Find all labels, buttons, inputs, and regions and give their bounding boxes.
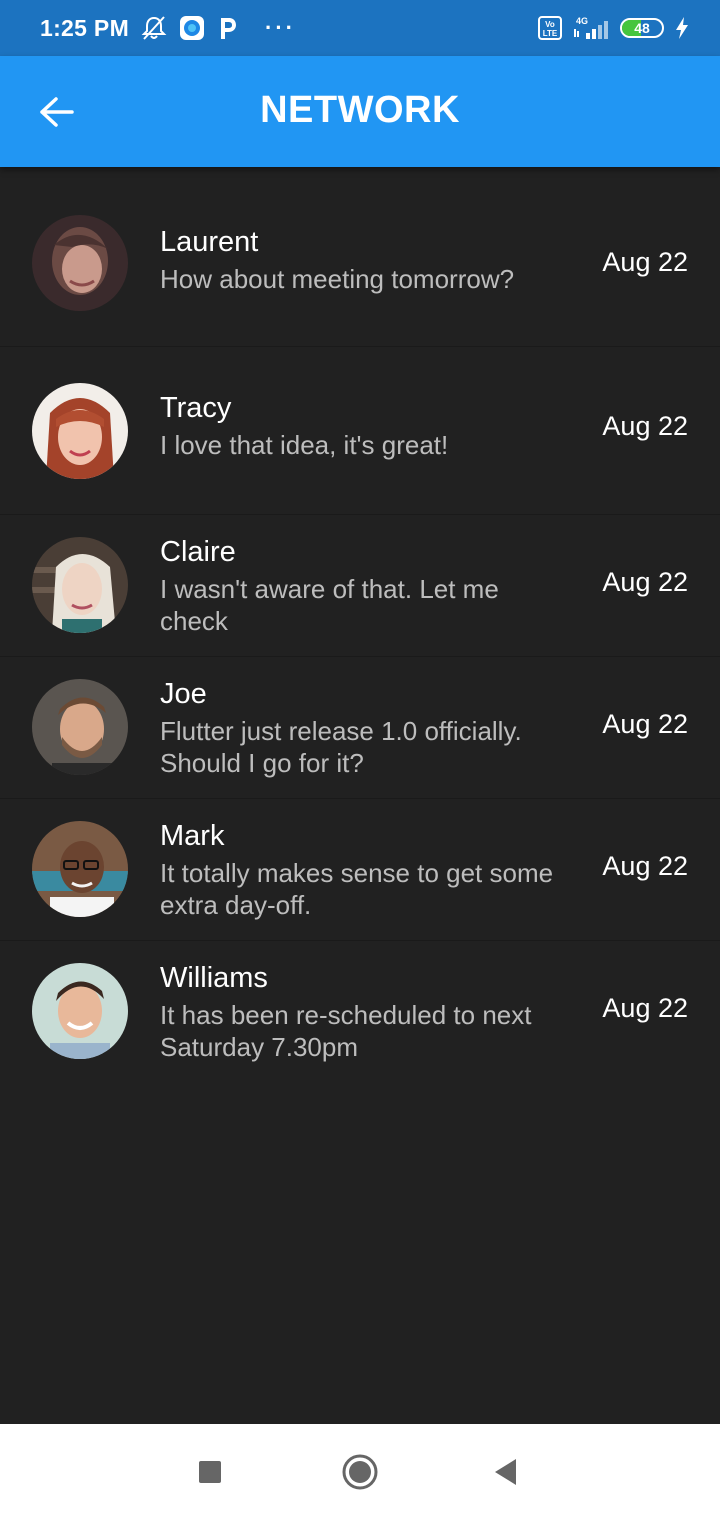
more-dots-icon: ···	[265, 15, 297, 40]
volte-icon: Vo LTE	[538, 16, 562, 40]
recents-button[interactable]	[188, 1450, 232, 1494]
row-text: Laurent How about meeting tomorrow?	[160, 225, 570, 295]
row-text: Williams It has been re-scheduled to nex…	[160, 961, 570, 1063]
browser-icon	[179, 15, 205, 41]
contact-message: I love that idea, it's great!	[160, 430, 449, 460]
contact-name: Williams	[160, 962, 268, 994]
contact-list: Laurent How about meeting tomorrow? Aug …	[0, 167, 720, 1083]
app-bar: NETWORK	[0, 56, 720, 167]
list-item[interactable]: Joe Flutter just release 1.0 officially.…	[0, 657, 720, 799]
message-date: Aug 22	[602, 411, 688, 441]
status-right-icons: Vo LTE 4G 48	[538, 0, 690, 56]
svg-text:4G: 4G	[576, 16, 588, 26]
status-time: 1:25 PM	[40, 14, 130, 41]
signal-icon: 4G	[572, 15, 610, 41]
charging-icon	[674, 16, 690, 40]
home-circle-icon	[342, 1454, 378, 1490]
battery-level-text: 48	[634, 20, 650, 36]
svg-text:Vo: Vo	[545, 20, 555, 29]
avatar	[32, 383, 128, 479]
contact-message: How about meeting tomorrow?	[160, 264, 515, 294]
row-text: Tracy I love that idea, it's great!	[160, 391, 570, 461]
svg-text:LTE: LTE	[543, 29, 558, 38]
page-title: NETWORK	[260, 89, 460, 131]
avatar	[32, 821, 128, 917]
list-item[interactable]: Laurent How about meeting tomorrow? Aug …	[0, 167, 720, 347]
avatar	[32, 679, 128, 775]
battery-icon: 48	[620, 18, 664, 38]
message-date: Aug 22	[602, 709, 688, 739]
message-date: Aug 22	[602, 567, 688, 597]
contact-name: Laurent	[160, 226, 259, 258]
avatar	[32, 963, 128, 1059]
row-text: Mark It totally makes sense to get some …	[160, 819, 570, 921]
contact-name: Mark	[160, 820, 225, 852]
recents-square-icon	[199, 1461, 221, 1483]
row-text: Claire I wasn't aware of that. Let me ch…	[160, 535, 570, 637]
contact-message: Flutter just release 1.0 officially. Sho…	[160, 716, 522, 778]
home-button[interactable]	[338, 1450, 382, 1494]
contact-message: It totally makes sense to get some extra…	[160, 858, 554, 920]
message-date: Aug 22	[602, 993, 688, 1023]
contact-message: It has been re-scheduled to next Saturda…	[160, 1000, 532, 1062]
list-item[interactable]: Williams It has been re-scheduled to nex…	[0, 941, 720, 1083]
message-date: Aug 22	[602, 247, 688, 277]
avatar	[32, 215, 128, 311]
contact-name: Joe	[160, 678, 207, 710]
list-item[interactable]: Tracy I love that idea, it's great! Aug …	[0, 347, 720, 515]
back-triangle-icon	[495, 1459, 516, 1485]
contact-message: I wasn't aware of that. Let me check	[160, 574, 499, 636]
avatar	[32, 537, 128, 633]
status-bar: 1:25 PM ··· Vo LTE 4G 48	[0, 0, 720, 56]
contact-name: Tracy	[160, 392, 232, 424]
system-nav-bar	[0, 1424, 720, 1520]
list-item[interactable]: Claire I wasn't aware of that. Let me ch…	[0, 515, 720, 657]
status-left-icons: ···	[141, 15, 296, 41]
back-nav-button[interactable]	[484, 1450, 528, 1494]
mute-icon	[141, 15, 167, 41]
contact-name: Claire	[160, 536, 236, 568]
p-icon	[217, 15, 239, 41]
list-item[interactable]: Mark It totally makes sense to get some …	[0, 799, 720, 941]
row-text: Joe Flutter just release 1.0 officially.…	[160, 677, 570, 779]
message-date: Aug 22	[602, 851, 688, 881]
